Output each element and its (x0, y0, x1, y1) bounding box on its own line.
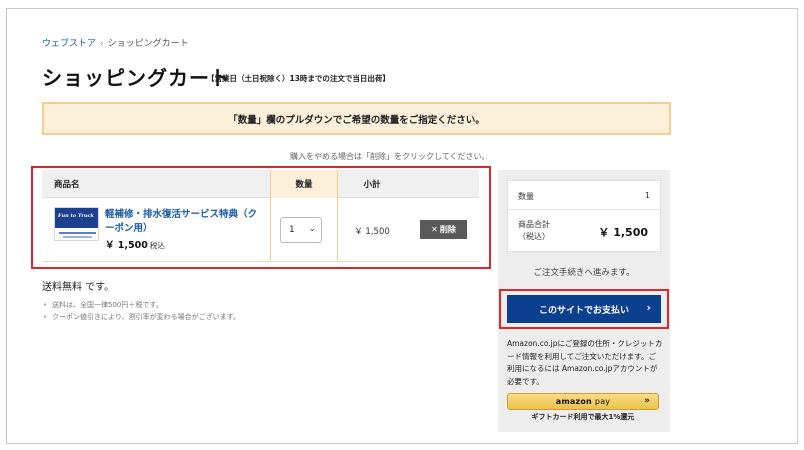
amazon-pay-button[interactable]: amazon pay » (507, 393, 659, 410)
proceed-text: ご注文手続きへ進みます。 (533, 268, 635, 278)
amazon-pay-description: Amazon.co.jpにご登録の住所・クレジットカード情報を利用してご注文いた… (507, 339, 663, 386)
summary-qty-value: 1 (644, 191, 650, 200)
breadcrumb: ウェブストア › ショッピングカート (42, 36, 189, 49)
notice-text: 「数量」欄のプルダウンでご希望の数量をご指定ください。 (228, 114, 485, 126)
list-item: クーポン値引きにより、割引率が変わる場合がございます。 (42, 311, 240, 323)
double-chevron-right-icon: » (644, 396, 650, 406)
quantity-notice-banner: 「数量」欄のプルダウンでご希望の数量をご指定ください。 (42, 102, 671, 135)
amazon-logo-text: amazon (555, 397, 592, 406)
pay-on-site-button[interactable]: このサイトでお支払い › (507, 295, 661, 323)
shipping-free-text: 送料無料 です。 (42, 282, 115, 293)
cart-highlight-box (31, 166, 491, 269)
summary-qty-label: 数量 (518, 192, 534, 201)
chevron-right-icon: › (646, 301, 651, 314)
order-summary-box: 数量 1 商品合計 （税込） ￥ 1,500 (507, 180, 661, 252)
delete-hint: 購入をやめる場合は「削除」をクリックしてください。 (290, 152, 490, 161)
summary-total-value: ￥ 1,500 (598, 226, 648, 239)
list-item: 送料は、全国一律500円＋税です。 (42, 299, 240, 311)
pay-on-site-label: このサイトでお支払い (538, 305, 629, 316)
page-title: ショッピングカート (42, 66, 231, 90)
breadcrumb-current: ショッピングカート (107, 39, 189, 49)
shipping-cutoff-note: 【営業日（土日祝除く）13時までの注文で当日出荷】 (207, 74, 390, 83)
summary-total-label-line1: 商品合計 (518, 220, 550, 229)
summary-divider (508, 209, 660, 210)
breadcrumb-home-link[interactable]: ウェブストア (42, 39, 96, 49)
amazon-giftcard-note: ギフトカード利用で最大1%還元 (531, 413, 635, 421)
shipping-notes: 送料は、全国一律500円＋税です。 クーポン値引きにより、割引率が変わる場合がご… (42, 299, 240, 323)
summary-total-label: 商品合計 （税込） (518, 219, 550, 243)
breadcrumb-separator: › (100, 39, 104, 49)
amazon-pay-logo: amazon pay (556, 397, 611, 406)
summary-total-label-line2: （税込） (518, 232, 550, 241)
amazon-pay-text: pay (594, 397, 611, 406)
